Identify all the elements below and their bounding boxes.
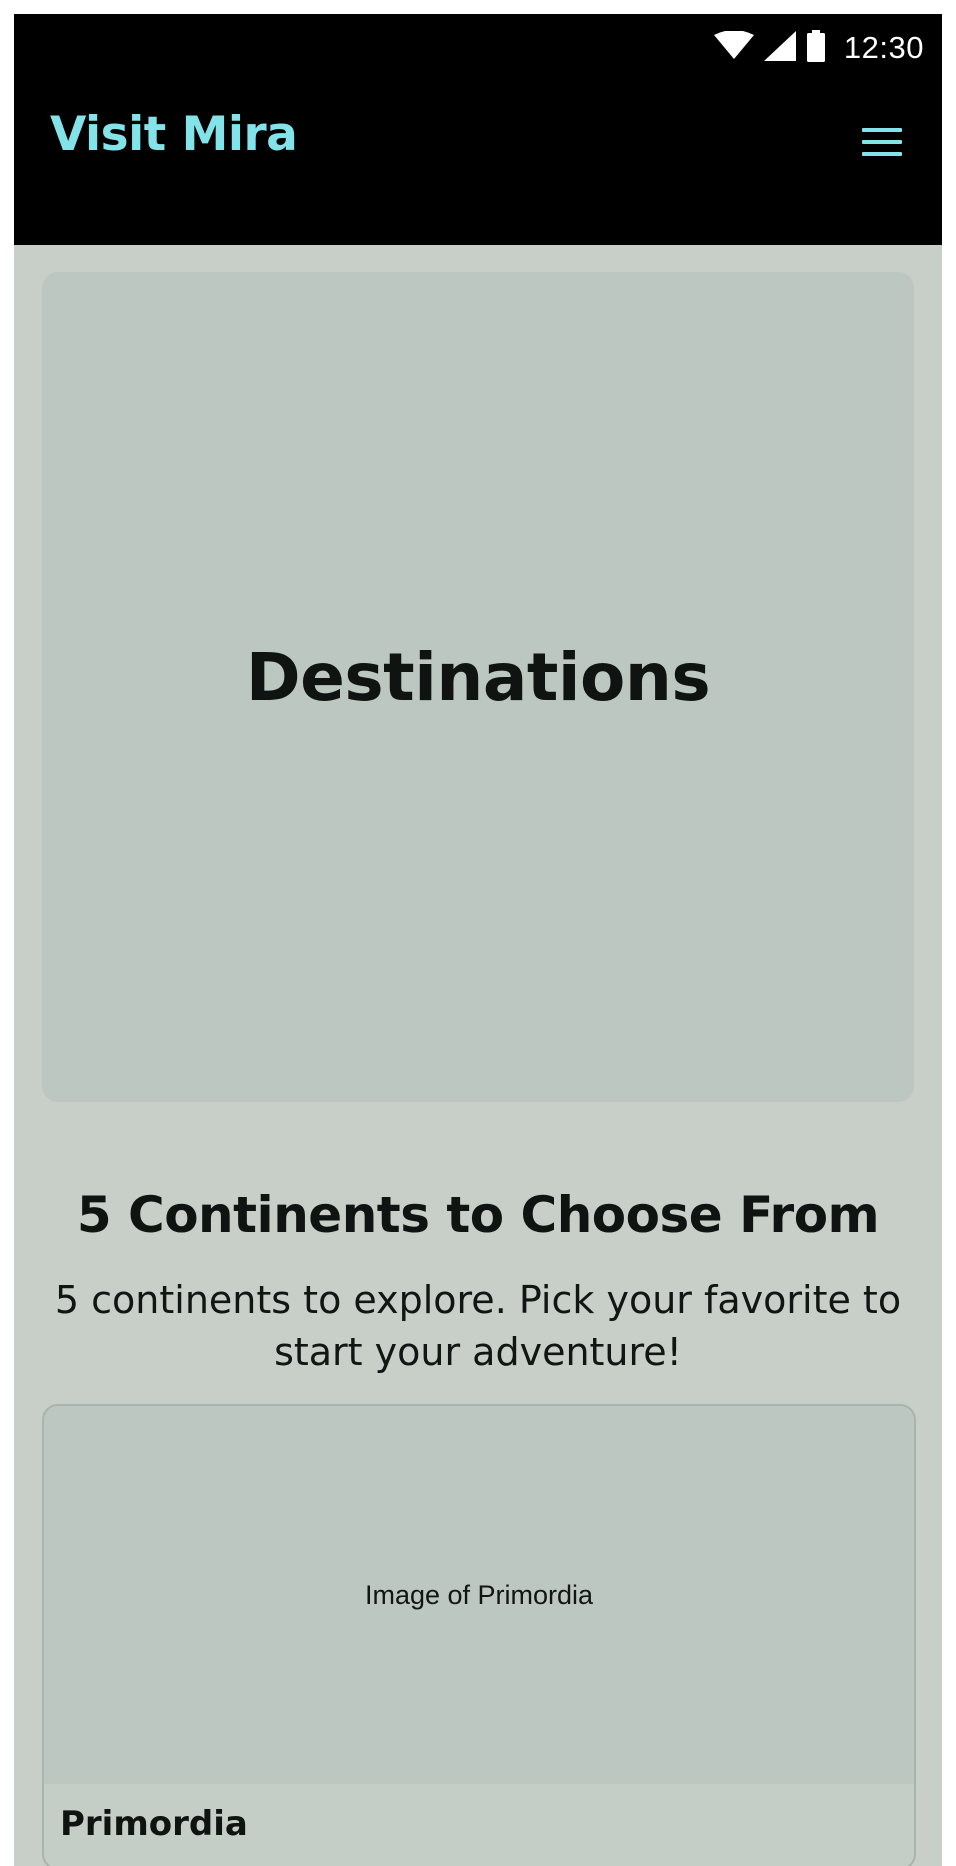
hamburger-menu-icon[interactable] [860, 124, 904, 160]
continent-card[interactable]: Image of Primordia Primordia [42, 1404, 916, 1866]
status-bar: 12:30 [713, 26, 924, 70]
card-image-placeholder: Image of Primordia [44, 1406, 914, 1784]
hero-title: Destinations [245, 638, 711, 716]
hero-banner: Destinations [42, 272, 914, 1102]
status-time: 12:30 [843, 30, 924, 65]
section-title: 5 Continents to Choose From [76, 1186, 880, 1244]
app-title: Visit Mira [50, 107, 298, 162]
battery-icon [806, 29, 826, 67]
app-bar: 12:30 Visit Mira [14, 14, 942, 245]
card-image-alt-text: Image of Primordia [364, 1579, 594, 1610]
cell-signal-icon [763, 30, 796, 66]
wifi-icon [713, 29, 754, 66]
section-description: 5 continents to explore. Pick your favor… [54, 1278, 902, 1374]
app-screen: 12:30 Visit Mira Destinations 5 Continen… [14, 14, 942, 1866]
card-title: Primordia [60, 1804, 248, 1844]
